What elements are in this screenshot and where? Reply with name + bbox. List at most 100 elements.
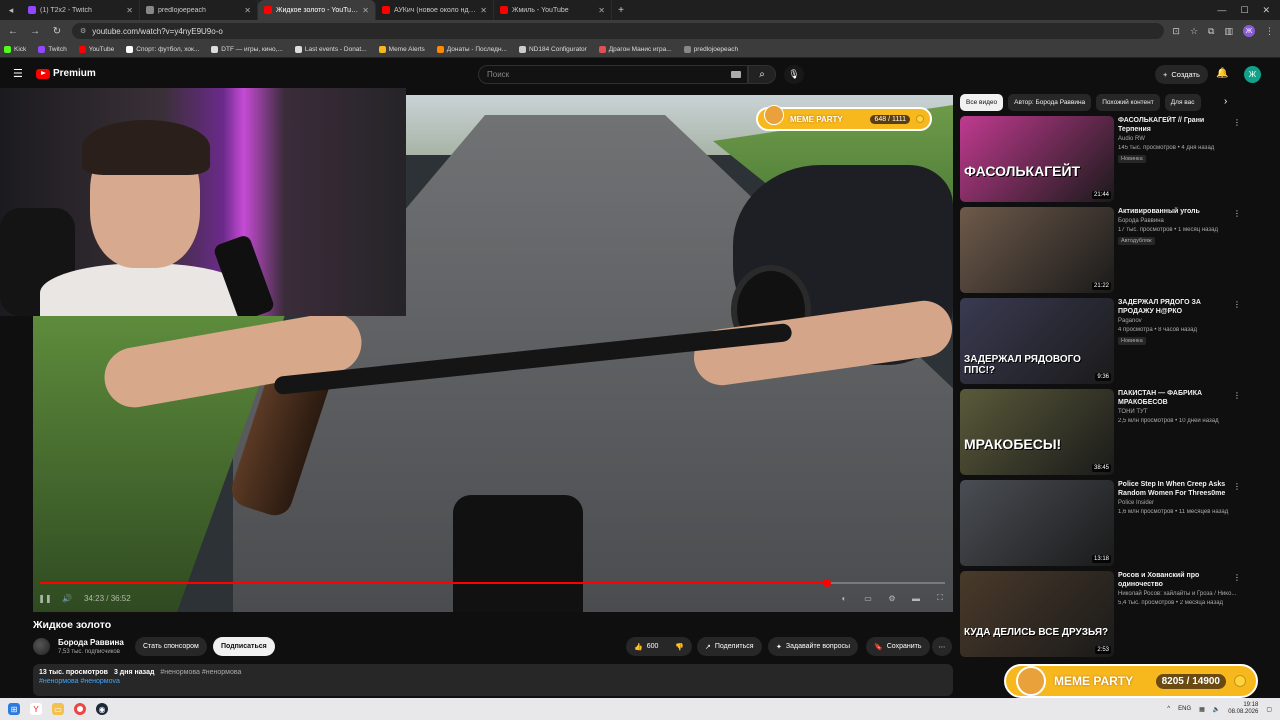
clock[interactable]: 19:18 08.08.2026 bbox=[1228, 702, 1258, 716]
filter-chip[interactable]: Похожий контент bbox=[1096, 94, 1160, 111]
recommendation-thumbnail[interactable]: КУДА ДЕЛИСЬ ВСЕ ДРУЗЬЯ? 2:53 bbox=[960, 571, 1114, 657]
fullscreen-icon[interactable]: ⛶ bbox=[935, 593, 945, 603]
tray-chevron-icon[interactable]: ^ bbox=[1167, 706, 1170, 712]
recommendation-thumbnail[interactable]: 13:18 bbox=[960, 480, 1114, 566]
tab-close-icon[interactable]: ✕ bbox=[126, 6, 133, 15]
back-icon[interactable]: ← bbox=[6, 26, 20, 37]
browser-tab[interactable]: АУКич (новое около ндеальн✕ bbox=[376, 0, 494, 20]
bookmark-item[interactable]: YouTube bbox=[78, 46, 114, 53]
bookmark-item[interactable]: Meme Alerts bbox=[378, 46, 425, 53]
filter-chip[interactable]: Для вас bbox=[1164, 94, 1201, 111]
sidebar-icon[interactable]: ▥ bbox=[1224, 26, 1233, 37]
recommendation-channel[interactable]: Audio RW bbox=[1118, 136, 1145, 142]
more-options-icon[interactable]: ⋮ bbox=[1233, 391, 1241, 400]
chevron-right-icon[interactable]: › bbox=[1224, 96, 1227, 107]
recommendation-item[interactable]: 13:18 Police Step In When Creep Asks Rand… bbox=[960, 480, 1250, 566]
bookmark-item[interactable]: Донаты - Последн... bbox=[436, 46, 507, 53]
recommendation-item[interactable]: МРАКОБЕСЫ! 38:45 ПАКИСТАН — ФАБРИКА МРАКОБ… bbox=[960, 389, 1250, 475]
notification-center-icon[interactable]: ▢ bbox=[1266, 706, 1272, 713]
notifications-bell-icon[interactable]: 🔔 bbox=[1216, 68, 1228, 79]
recommendation-thumbnail[interactable]: ФАСОЛЬКАГЕЙТ 21:44 bbox=[960, 116, 1114, 202]
youtube-logo[interactable]: Premium bbox=[36, 68, 96, 79]
video-description[interactable]: 13 тыс. просмотров 3 дня назад #ненормов… bbox=[33, 664, 953, 696]
menu-icon[interactable]: ☰ bbox=[13, 69, 23, 80]
browser-tab[interactable]: (1) T2x2 - Twitch ✕ bbox=[22, 0, 140, 20]
bookmark-item[interactable]: predlojoepeach bbox=[683, 46, 738, 53]
theater-mode-icon[interactable]: ▬ bbox=[911, 594, 921, 603]
yandex-browser-icon[interactable]: Y bbox=[30, 703, 42, 715]
bookmark-item[interactable]: ND184 Configurator bbox=[518, 46, 587, 53]
recommendation-item[interactable]: ФАСОЛЬКАГЕЙТ 21:44 ФАСОЛЬКАГЕЙТ // Грани Т… bbox=[960, 116, 1250, 202]
bookmark-item[interactable]: Драгон Манис игра... bbox=[598, 46, 672, 53]
browser-tab[interactable]: Жидкое золото - YouTube ✕ bbox=[258, 0, 376, 20]
browser-tab[interactable]: Жмиль - YouTube ✕ bbox=[494, 0, 612, 20]
tab-menu-icon[interactable]: ◂ bbox=[0, 0, 22, 20]
recommendation-title[interactable]: ПАКИСТАН — ФАБРИКА МРАКОБЕСОВ bbox=[1118, 389, 1236, 407]
recommendation-thumbnail[interactable]: МРАКОБЕСЫ! 38:45 bbox=[960, 389, 1114, 475]
chrome-icon[interactable] bbox=[74, 703, 86, 715]
forward-icon[interactable]: → bbox=[28, 26, 42, 37]
bookmark-item[interactable]: Twitch bbox=[38, 46, 67, 53]
recommendation-item[interactable]: ЗАДЕРЖАЛ РЯДОВОГО ППС!? 9:36 ЗАДЕРЖАЛ РЯДО… bbox=[960, 298, 1250, 384]
recommendation-title[interactable]: Police Step In When Creep Asks Random Wo… bbox=[1118, 480, 1236, 498]
keyboard-icon[interactable] bbox=[731, 71, 741, 78]
profile-avatar[interactable]: Ж bbox=[1243, 25, 1255, 37]
network-icon[interactable]: ▦ bbox=[1199, 706, 1205, 713]
more-options-icon[interactable]: ⋮ bbox=[1233, 118, 1241, 127]
reload-icon[interactable]: ↻ bbox=[50, 26, 64, 37]
bookmark-item[interactable]: Kick bbox=[4, 46, 26, 53]
tab-close-icon[interactable]: ✕ bbox=[598, 6, 605, 15]
recommendation-item[interactable]: 21:22 Активированный уголь Борода Раввина 1… bbox=[960, 207, 1250, 293]
new-tab-button[interactable]: + bbox=[612, 5, 630, 16]
close-window-icon[interactable]: ✕ bbox=[1262, 5, 1270, 16]
extensions-icon[interactable]: ⧉ bbox=[1208, 26, 1214, 37]
recommendation-title[interactable]: ЗАДЕРЖАЛ РЯДОГО ЗА ПРОДАЖУ Н@РКО bbox=[1118, 298, 1236, 316]
recommendation-channel[interactable]: Paganov bbox=[1118, 318, 1142, 324]
language-indicator[interactable]: ENG bbox=[1178, 706, 1191, 712]
settings-gear-icon[interactable]: ⚙ bbox=[887, 594, 897, 603]
autoplay-toggle-icon[interactable]: ◐ bbox=[839, 594, 849, 603]
video-progress-bar[interactable] bbox=[40, 579, 945, 587]
like-count[interactable]: 600 bbox=[647, 643, 659, 650]
url-field[interactable]: ⚙ youtube.com/watch?v=y4nyE9U9o-o bbox=[72, 23, 1165, 39]
tab-close-icon[interactable]: ✕ bbox=[480, 6, 487, 15]
more-actions-button[interactable]: ⋯ bbox=[932, 637, 952, 656]
filter-chip[interactable]: Автор: Борода Раввина bbox=[1008, 94, 1092, 111]
tab-close-icon[interactable]: ✕ bbox=[362, 6, 369, 15]
bookmark-item[interactable]: Спорт: футбол, хок... bbox=[126, 46, 199, 53]
tab-close-icon[interactable]: ✕ bbox=[244, 6, 251, 15]
browser-tab[interactable]: predlojoepeach ✕ bbox=[140, 0, 258, 20]
voice-search-button[interactable]: 🎙 bbox=[784, 65, 804, 84]
channel-avatar[interactable] bbox=[33, 638, 50, 655]
save-button[interactable]: 🔖 Сохранить bbox=[866, 637, 930, 656]
channel-name[interactable]: Борода Раввина bbox=[58, 638, 124, 647]
recommendation-channel[interactable]: Police Insider bbox=[1118, 500, 1154, 506]
recommendation-title[interactable]: Активированный уголь bbox=[1118, 207, 1236, 216]
search-button[interactable]: ⌕ bbox=[748, 65, 776, 84]
account-avatar[interactable]: Ж bbox=[1244, 66, 1261, 83]
recommendation-channel[interactable]: Николай Росов: хайлайты и Гроза / Нико..… bbox=[1118, 591, 1236, 597]
recommendation-thumbnail[interactable]: 21:22 bbox=[960, 207, 1114, 293]
sponsor-button[interactable]: Стать спонсором bbox=[135, 637, 207, 656]
site-info-icon[interactable]: ⚙ bbox=[80, 27, 86, 35]
volume-icon[interactable]: 🔊 bbox=[62, 594, 72, 603]
recommendation-thumbnail[interactable]: ЗАДЕРЖАЛ РЯДОВОГО ППС!? 9:36 bbox=[960, 298, 1114, 384]
bookmark-item[interactable]: DTF — игры, кино,... bbox=[211, 46, 283, 53]
share-button[interactable]: ↗ Поделиться bbox=[697, 637, 762, 656]
ask-questions-button[interactable]: ✦ Задавайте вопросы bbox=[768, 637, 859, 656]
recommendation-title[interactable]: ФАСОЛЬКАГЕЙТ // Грани Терпения bbox=[1118, 116, 1236, 134]
subtitles-icon[interactable]: ▭ bbox=[863, 594, 873, 603]
install-icon[interactable]: ⊡ bbox=[1172, 26, 1180, 37]
recommendation-title[interactable]: Росов и Хованский про одиночество bbox=[1118, 571, 1236, 589]
recommendation-channel[interactable]: Борода Раввина bbox=[1118, 218, 1164, 224]
pause-icon[interactable]: ❚❚ bbox=[38, 594, 51, 603]
more-options-icon[interactable]: ⋮ bbox=[1233, 573, 1241, 582]
more-options-icon[interactable]: ⋮ bbox=[1233, 482, 1241, 491]
hashtags[interactable]: #ненормова #ненормova bbox=[39, 678, 947, 685]
bookmark-item[interactable]: Last events - Donat... bbox=[294, 46, 367, 53]
thumbs-up-icon[interactable]: 👍 bbox=[634, 643, 643, 651]
hashtags-inline[interactable]: #ненормова #ненормова bbox=[160, 669, 241, 676]
steam-icon[interactable]: ◉ bbox=[96, 703, 108, 715]
search-input[interactable]: Поиск bbox=[478, 65, 748, 84]
file-explorer-icon[interactable]: ▭ bbox=[52, 703, 64, 715]
